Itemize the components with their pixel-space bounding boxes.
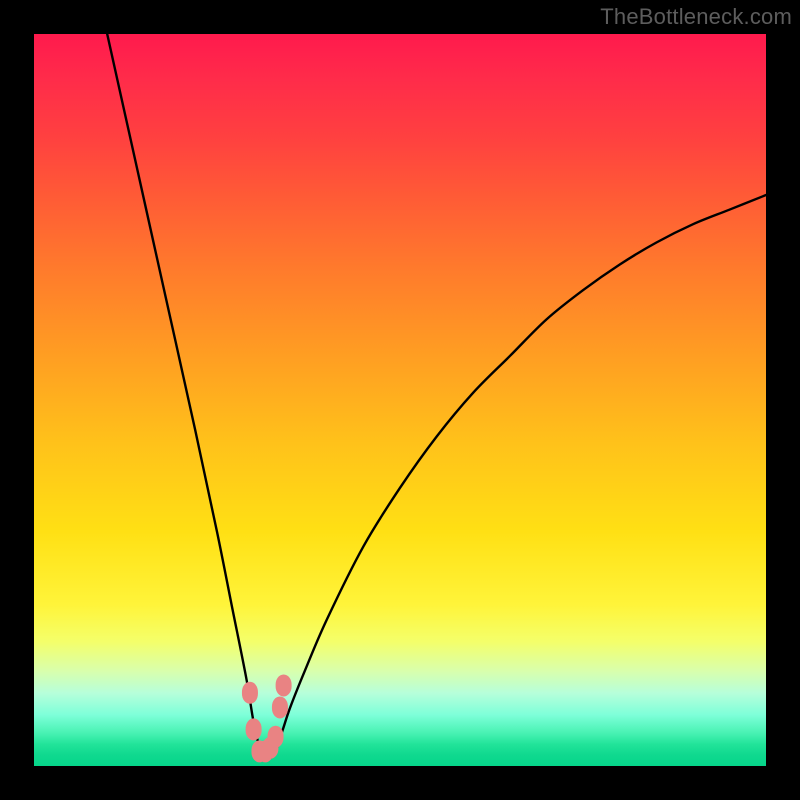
marker-blob bbox=[268, 726, 284, 748]
marker-blob bbox=[272, 696, 288, 718]
plot-area bbox=[34, 34, 766, 766]
marker-blob bbox=[242, 682, 258, 704]
marker-blob bbox=[276, 674, 292, 696]
watermark-text: TheBottleneck.com bbox=[600, 4, 792, 30]
outer-frame: TheBottleneck.com bbox=[0, 0, 800, 800]
bottleneck-curve bbox=[107, 34, 766, 759]
highlight-markers bbox=[242, 674, 292, 762]
chart-svg bbox=[34, 34, 766, 766]
marker-blob bbox=[246, 718, 262, 740]
